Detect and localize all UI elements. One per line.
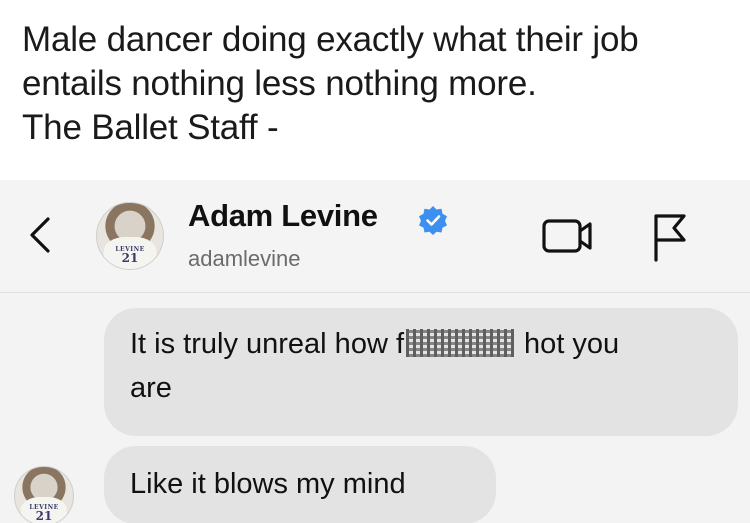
message-text: Like it blows my mind: [130, 468, 406, 500]
dm-header: LEVINE 21 Adam Levine adamlevine: [0, 180, 750, 293]
contact-handle: adamlevine: [188, 246, 301, 271]
message-text-line2: are: [130, 372, 172, 404]
contact-name[interactable]: Adam Levine: [188, 198, 378, 234]
avatar-jersey: LEVINE 21: [20, 497, 68, 523]
message-text-end: hot you: [516, 328, 620, 360]
video-camera-icon[interactable]: [540, 216, 598, 256]
caption-line-3: The Ballet Staff -: [22, 108, 279, 147]
dm-screenshot: LEVINE 21 Adam Levine adamlevine It is t…: [0, 180, 750, 523]
avatar-jersey: LEVINE 21: [103, 236, 157, 269]
message-avatar[interactable]: LEVINE 21: [14, 466, 74, 523]
flag-icon[interactable]: [650, 210, 690, 262]
back-button[interactable]: [20, 210, 60, 260]
message-bubble[interactable]: It is truly unreal how f hot you are: [104, 308, 738, 436]
censored-word: [406, 329, 514, 357]
caption-line-1: Male dancer doing exactly what their job: [22, 20, 639, 59]
chevron-left-icon: [30, 217, 50, 253]
verified-badge-icon: [419, 206, 447, 235]
message-bubble[interactable]: Like it blows my mind: [104, 446, 496, 523]
caption-line-2: entails nothing less nothing more.: [22, 64, 537, 103]
meme-caption: Male dancer doing exactly what their job…: [22, 18, 738, 150]
avatar[interactable]: LEVINE 21: [96, 202, 164, 270]
message-text-start: It is truly unreal how f: [130, 328, 404, 360]
